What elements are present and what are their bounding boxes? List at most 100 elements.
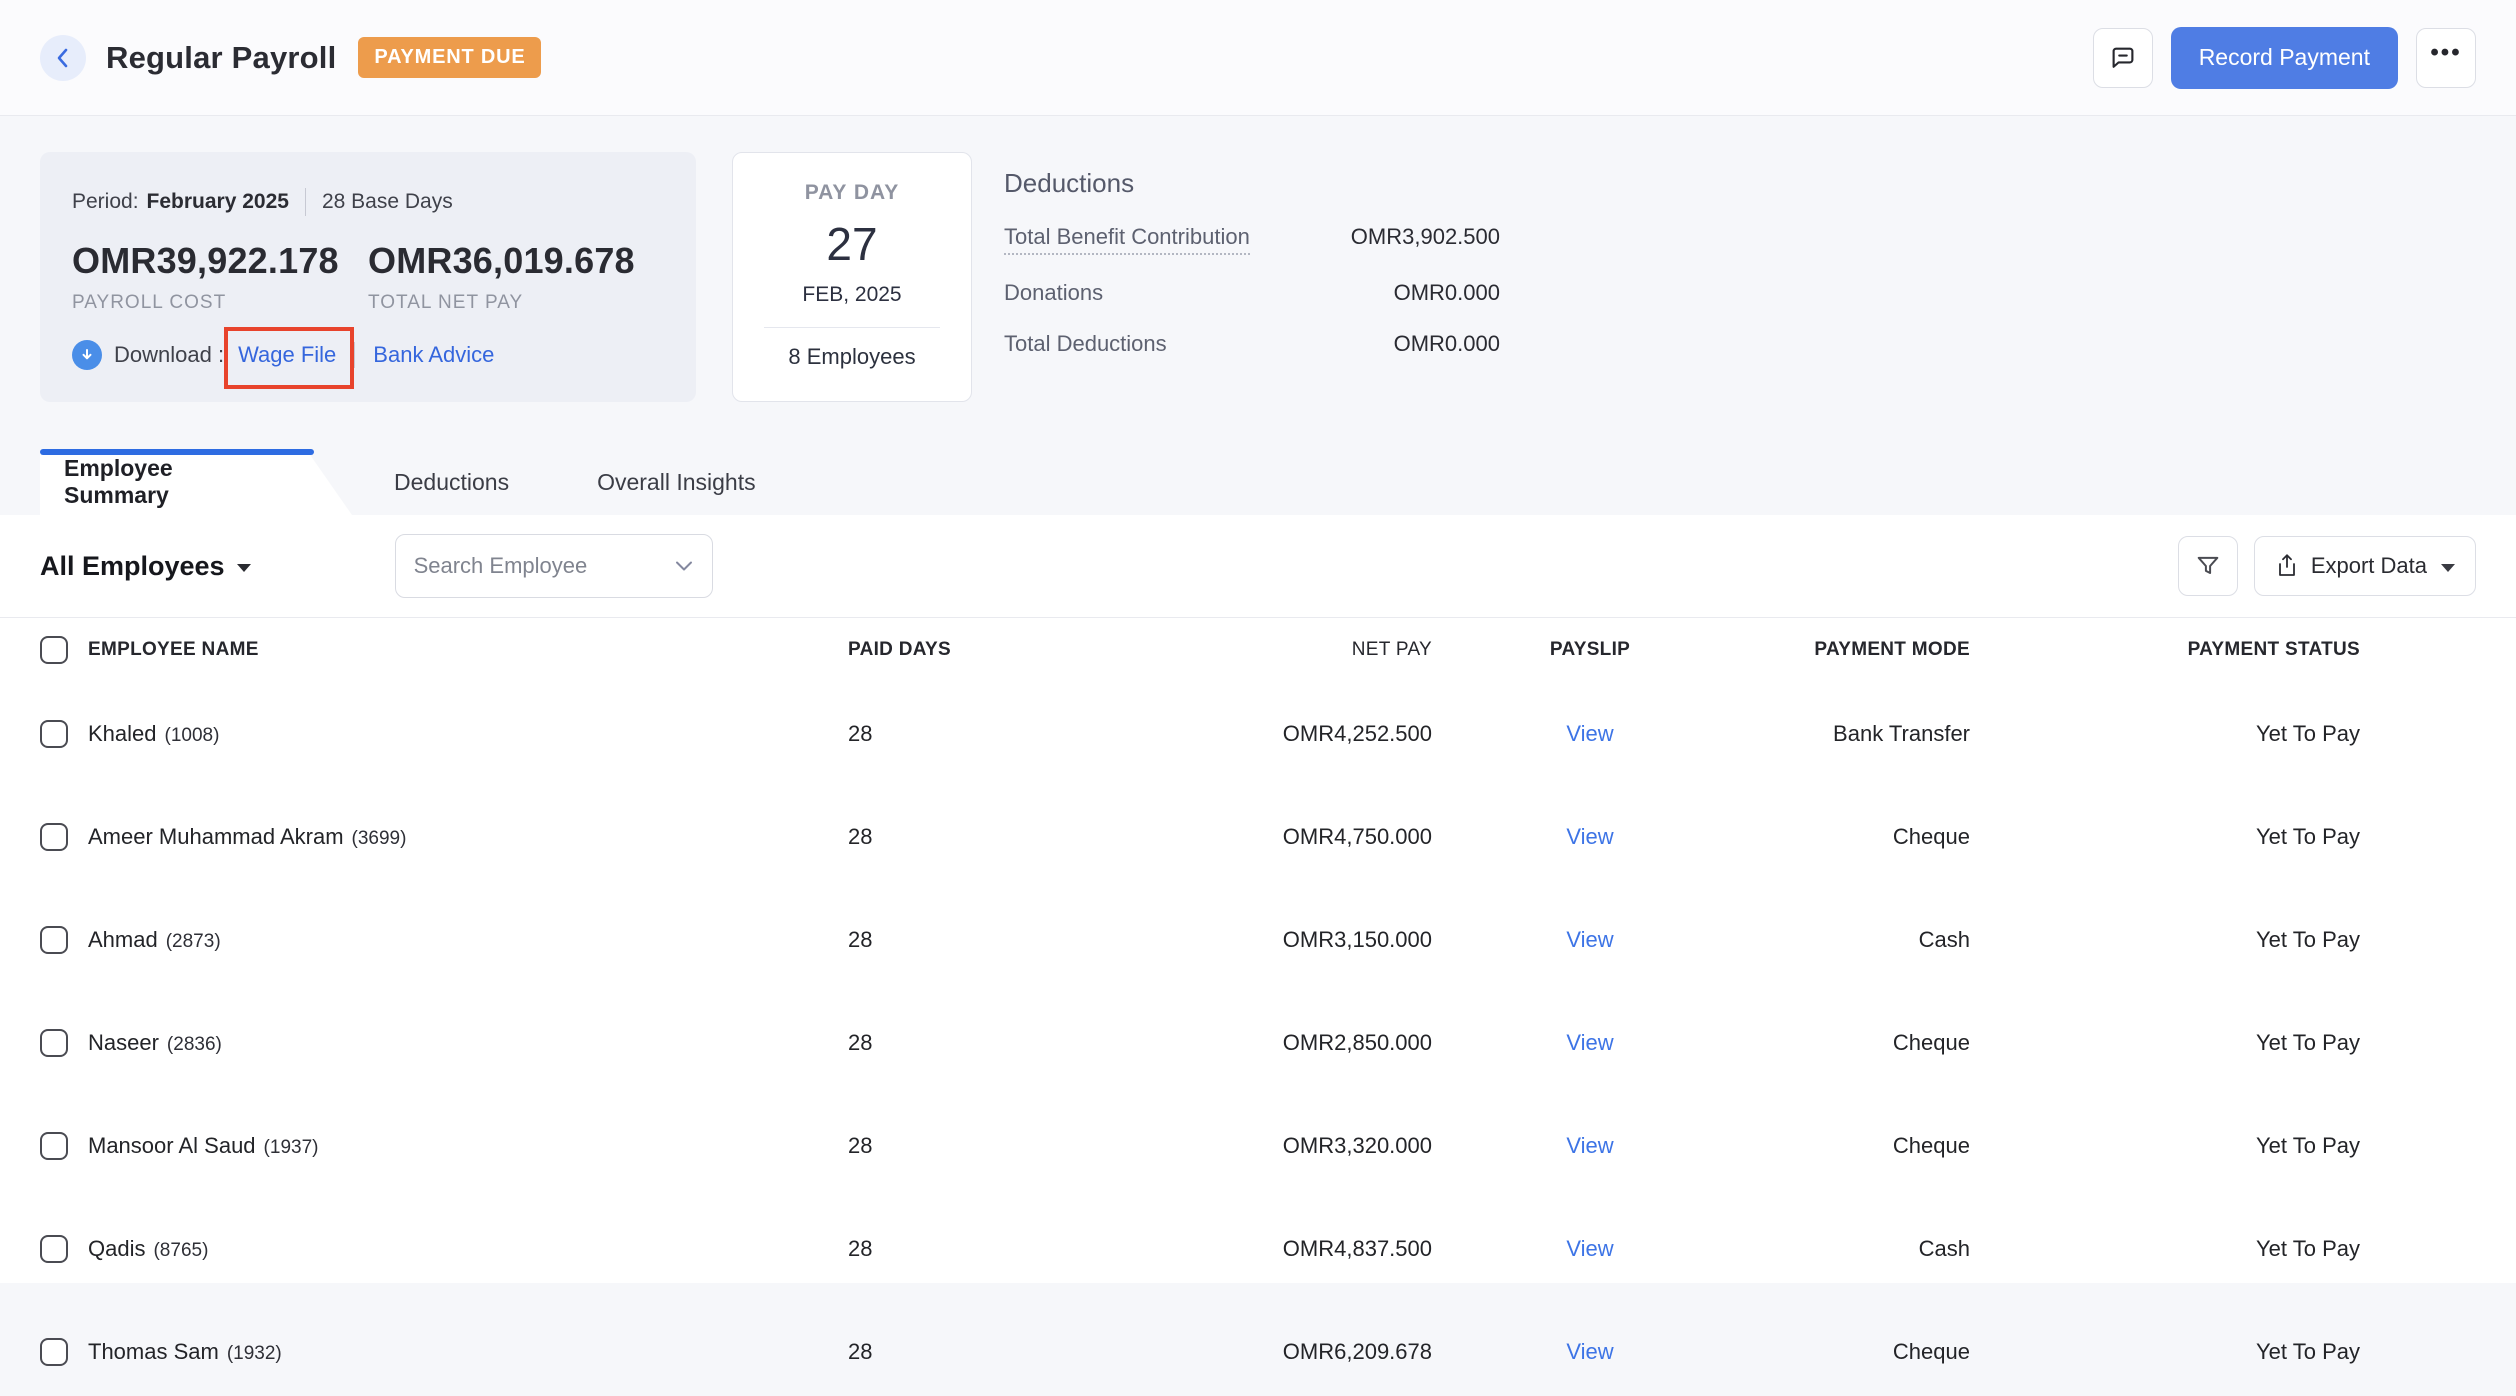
table-row: Ahmad(2873) 28 OMR3,150.000 View Cash Ye… <box>40 888 2476 991</box>
employee-name-cell: Thomas Sam (1932) <box>88 1339 848 1365</box>
table-row: Ameer Muhammad Akram(3699) 28 OMR4,750.0… <box>40 785 2476 888</box>
row-checkbox[interactable] <box>40 926 68 954</box>
deduction-row: Total Deductions OMR0.000 <box>1004 331 1500 357</box>
search-input[interactable] <box>414 553 674 579</box>
download-label: Download : <box>114 342 224 368</box>
divider <box>354 342 355 368</box>
column-header-payment-status: PAYMENT STATUS <box>1970 639 2476 661</box>
deductions-list: Total Benefit Contribution OMR3,902.500 … <box>1004 224 1500 357</box>
deductions-panel: Deductions Total Benefit Contribution OM… <box>1004 152 1500 357</box>
total-net-pay-label: TOTAL NET PAY <box>368 292 664 314</box>
wage-file-link[interactable]: Wage File <box>238 342 336 368</box>
deductions-title: Deductions <box>1004 168 1500 199</box>
employee-name: Thomas Sam <box>88 1339 219 1364</box>
chevron-down-icon <box>237 564 251 572</box>
view-payslip-link[interactable]: View <box>1566 1133 1613 1158</box>
comment-icon <box>2108 43 2138 73</box>
payment-mode-cell: Cheque <box>1720 1339 1970 1365</box>
select-all-checkbox[interactable] <box>40 636 68 664</box>
paid-days-cell: 28 <box>848 824 1048 850</box>
employee-name-cell: Qadis (8765) <box>88 1236 848 1262</box>
view-payslip-link[interactable]: View <box>1566 824 1613 849</box>
employee-name: Qadis <box>88 1236 145 1261</box>
employee-filter-dropdown[interactable]: All Employees <box>40 551 251 582</box>
view-payslip-link[interactable]: View <box>1566 927 1613 952</box>
tab-employee-summary[interactable]: Employee Summary <box>40 449 306 515</box>
payment-status-cell: Yet To Pay <box>1970 721 2476 747</box>
employee-id: (1932) <box>227 1343 282 1364</box>
divider <box>305 188 306 216</box>
net-pay-cell: OMR2,850.000 <box>1048 1030 1432 1056</box>
employee-name-cell: Ameer Muhammad Akram (3699) <box>88 824 848 850</box>
pay-day-number: 27 <box>733 217 971 271</box>
payment-status-cell: Yet To Pay <box>1970 1133 2476 1159</box>
row-checkbox[interactable] <box>40 1235 68 1263</box>
paid-days-cell: 28 <box>848 1030 1048 1056</box>
summary-section: Period: February 2025 28 Base Days OMR39… <box>0 116 2516 402</box>
deduction-label[interactable]: Total Benefit Contribution <box>1004 224 1250 255</box>
payment-mode-cell: Cheque <box>1720 1030 1970 1056</box>
row-checkbox[interactable] <box>40 720 68 748</box>
payroll-cost-value: OMR39,922.178 <box>72 240 368 282</box>
deduction-label[interactable]: Donations <box>1004 280 1103 306</box>
payment-status-cell: Yet To Pay <box>1970 927 2476 953</box>
filter-button[interactable] <box>2178 536 2238 596</box>
employee-id: (1008) <box>165 725 220 746</box>
payment-mode-cell: Cash <box>1720 927 1970 953</box>
view-payslip-link[interactable]: View <box>1566 1030 1613 1055</box>
deduction-value: OMR0.000 <box>1394 331 1500 357</box>
deduction-value: OMR0.000 <box>1394 280 1500 306</box>
paid-days-cell: 28 <box>848 1339 1048 1365</box>
record-payment-button[interactable]: Record Payment <box>2171 27 2398 89</box>
export-data-button[interactable]: Export Data <box>2254 536 2476 596</box>
row-checkbox[interactable] <box>40 1338 68 1366</box>
tab-deductions[interactable]: Deductions <box>370 449 533 515</box>
back-button[interactable] <box>40 35 86 81</box>
employee-name: Mansoor Al Saud <box>88 1133 256 1158</box>
view-payslip-link[interactable]: View <box>1566 1339 1613 1364</box>
pay-day-label: PAY DAY <box>733 181 971 205</box>
row-checkbox[interactable] <box>40 1132 68 1160</box>
employee-search[interactable] <box>395 534 713 598</box>
funnel-icon <box>2194 552 2222 580</box>
employee-table-body: Khaled(1008) 28 OMR4,252.500 View Bank T… <box>40 682 2476 1396</box>
pay-day-card: PAY DAY 27 FEB, 2025 8 Employees <box>732 152 972 402</box>
comments-button[interactable] <box>2093 28 2153 88</box>
employee-name-cell: Naseer(2836) <box>88 1030 848 1056</box>
view-payslip-link[interactable]: View <box>1566 1236 1613 1261</box>
divider <box>764 327 940 328</box>
chevron-down-icon[interactable] <box>674 560 694 572</box>
pay-day-month: FEB, 2025 <box>733 283 971 307</box>
view-payslip-link[interactable]: View <box>1566 721 1613 746</box>
deduction-row: Donations OMR0.000 <box>1004 280 1500 306</box>
net-pay-cell: OMR6,209.678 <box>1048 1339 1432 1365</box>
table-header: EMPLOYEE NAME PAID DAYS NET PAY PAYSLIP … <box>40 618 2476 682</box>
period-value: February 2025 <box>147 190 289 214</box>
deduction-label[interactable]: Total Deductions <box>1004 331 1167 357</box>
employee-id: (3699) <box>352 828 407 849</box>
export-icon <box>2275 553 2299 579</box>
row-checkbox[interactable] <box>40 1029 68 1057</box>
column-header-paid-days: PAID DAYS <box>848 639 1048 661</box>
total-net-pay-value: OMR36,019.678 <box>368 240 664 282</box>
bank-advice-link[interactable]: Bank Advice <box>373 342 494 368</box>
employee-name: Ameer Muhammad Akram <box>88 824 344 849</box>
employee-id: (2873) <box>166 931 221 952</box>
net-pay-cell: OMR3,150.000 <box>1048 927 1432 953</box>
more-options-button[interactable]: ••• <box>2416 28 2476 88</box>
row-checkbox[interactable] <box>40 823 68 851</box>
table-row: Mansoor Al Saud(1937) 28 OMR3,320.000 Vi… <box>40 1094 2476 1197</box>
payment-status-cell: Yet To Pay <box>1970 1030 2476 1056</box>
table-row: Thomas Sam (1932) 28 OMR6,209.678 View Ch… <box>40 1300 2476 1396</box>
employee-name-cell: Ahmad(2873) <box>88 927 848 953</box>
employee-id: (8765) <box>153 1240 208 1261</box>
employee-name-cell: Khaled(1008) <box>88 721 848 747</box>
export-label: Export Data <box>2311 553 2427 579</box>
payment-mode-cell: Cheque <box>1720 824 1970 850</box>
chevron-left-icon <box>55 46 71 70</box>
tab-overall-insights[interactable]: Overall Insights <box>573 449 780 515</box>
tab-bar: Employee Summary Deductions Overall Insi… <box>0 449 2516 515</box>
paid-days-cell: 28 <box>848 927 1048 953</box>
net-pay-cell: OMR3,320.000 <box>1048 1133 1432 1159</box>
deduction-value: OMR3,902.500 <box>1351 224 1500 250</box>
